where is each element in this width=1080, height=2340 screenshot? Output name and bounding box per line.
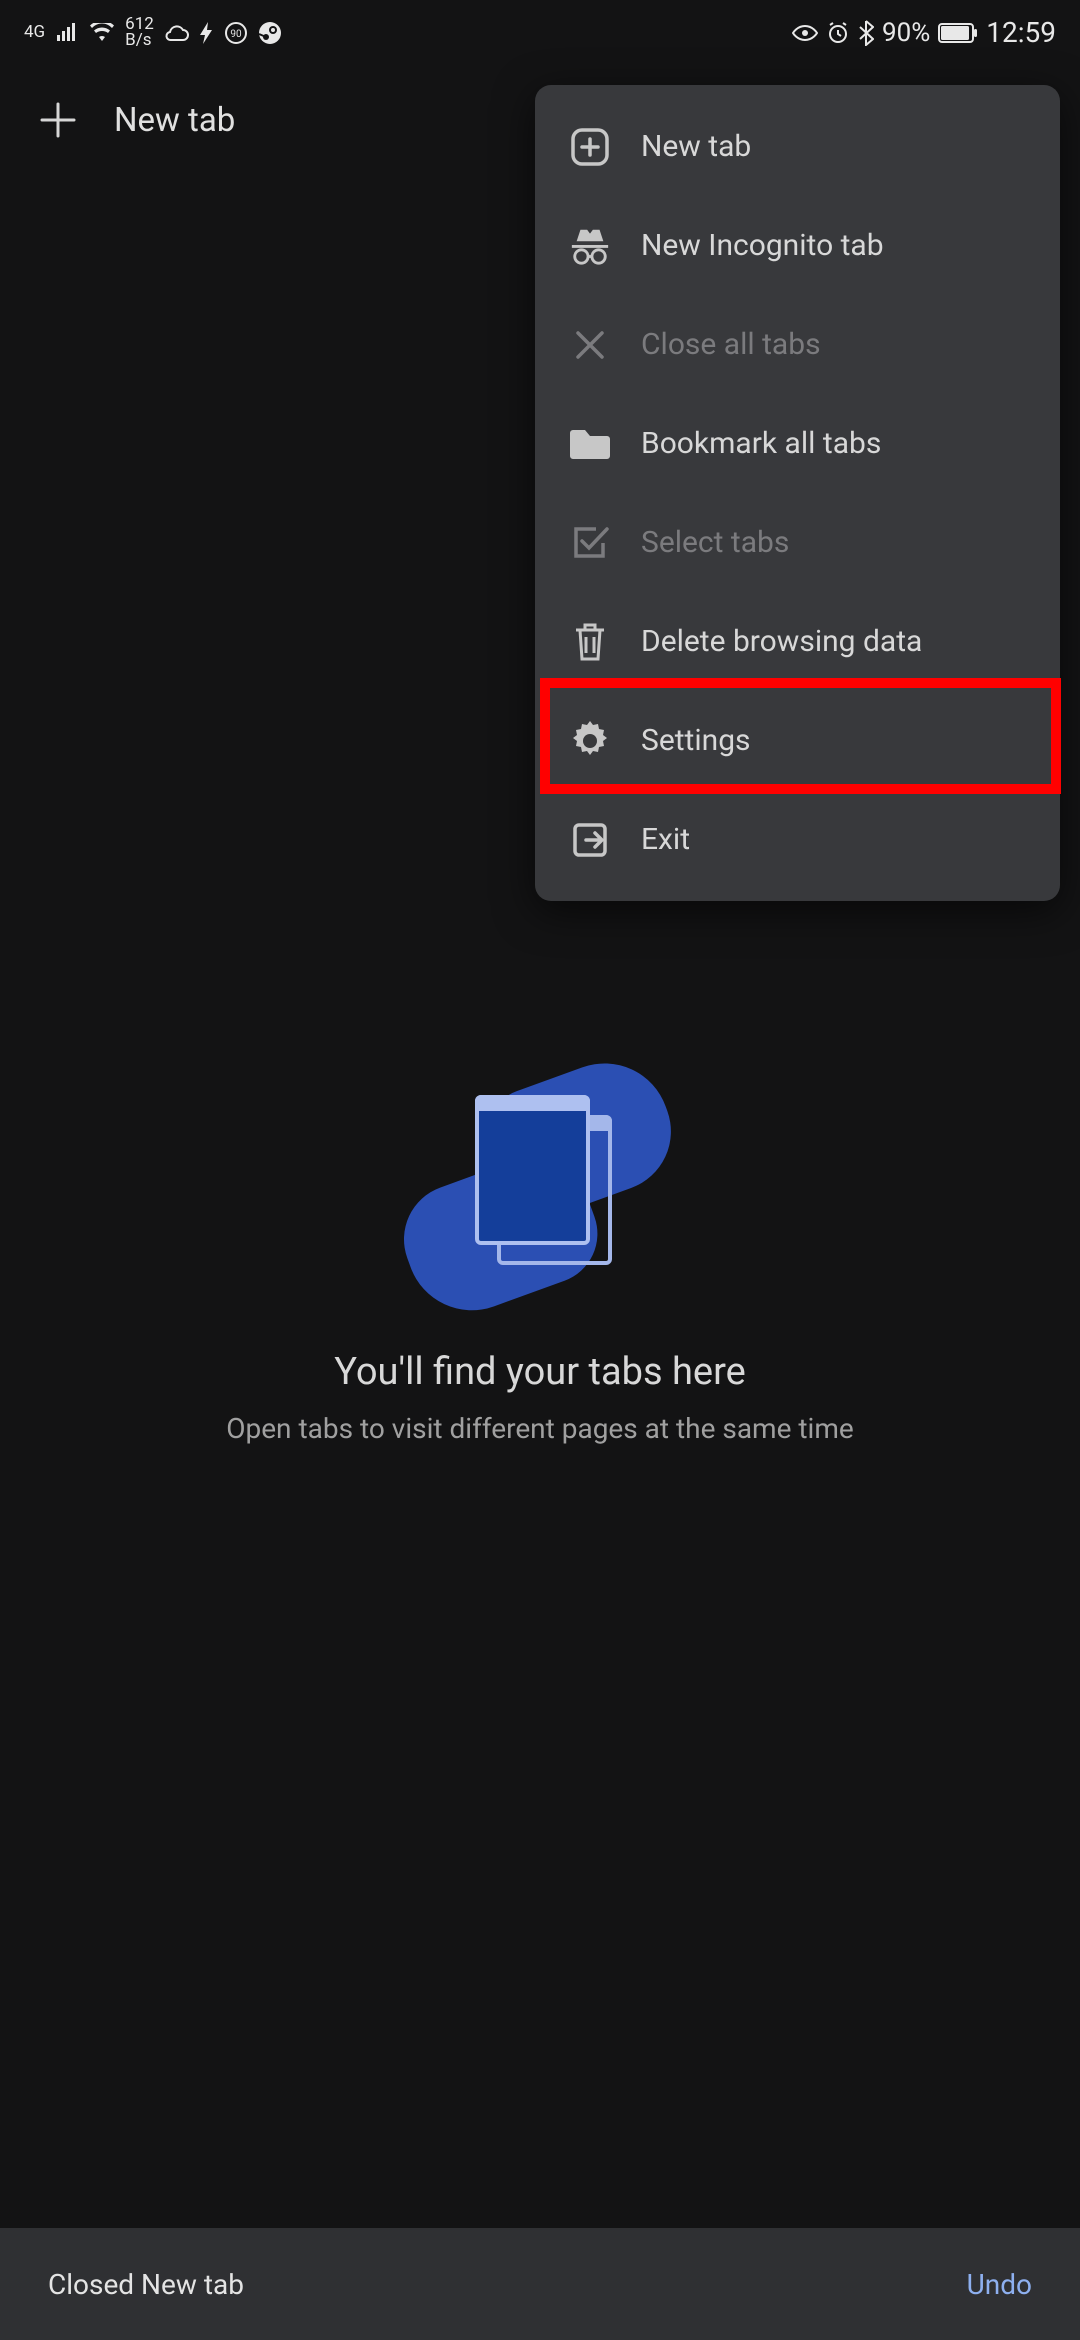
circle-90-icon: 90	[224, 21, 248, 45]
network-rate-unit: B/s	[125, 33, 151, 48]
empty-subtitle: Open tabs to visit different pages at th…	[226, 1412, 854, 1445]
empty-tabs-state: You'll find your tabs here Open tabs to …	[0, 1060, 1080, 1445]
clock-time: 12:59	[986, 16, 1056, 49]
gear-icon	[569, 720, 611, 762]
status-right: 90% 12:59	[792, 16, 1056, 49]
battery-icon	[938, 23, 978, 43]
svg-text:90: 90	[230, 29, 242, 40]
alarm-icon	[826, 21, 850, 45]
undo-button[interactable]: Undo	[967, 2268, 1032, 2301]
cloud-icon	[164, 24, 190, 42]
folder-icon	[569, 423, 611, 465]
menu-item-label: Settings	[641, 723, 751, 758]
close-icon	[569, 324, 611, 366]
menu-item-label: Exit	[641, 822, 690, 857]
menu-item-delete-browsing-data[interactable]: Delete browsing data	[535, 592, 1060, 691]
eye-icon	[792, 24, 818, 42]
incognito-icon	[569, 225, 611, 267]
exit-icon	[569, 819, 611, 861]
menu-item-label: New Incognito tab	[641, 228, 884, 263]
network-rate: 612 B/s	[125, 17, 154, 48]
snackbar-message: Closed New tab	[48, 2268, 244, 2301]
menu-item-label: Bookmark all tabs	[641, 426, 881, 461]
snackbar: Closed New tab Undo	[0, 2228, 1080, 2340]
toolbar-title: New tab	[114, 101, 235, 140]
plus-icon	[36, 98, 80, 142]
menu-item-label: Select tabs	[641, 525, 789, 560]
menu-item-new-tab[interactable]: New tab	[535, 97, 1060, 196]
network-type-label: 4G	[24, 24, 45, 41]
menu-item-bookmark-all-tabs[interactable]: Bookmark all tabs	[535, 394, 1060, 493]
status-bar: 4G 612 B/s 90 90	[0, 0, 1080, 65]
overflow-menu: New tab New Incognito tab Close all tabs…	[535, 85, 1060, 901]
signal-icon	[55, 23, 79, 43]
battery-percent: 90%	[882, 18, 930, 48]
menu-item-select-tabs: Select tabs	[535, 493, 1060, 592]
status-left: 4G 612 B/s 90	[24, 17, 282, 48]
menu-item-settings[interactable]: Settings	[535, 691, 1060, 790]
menu-item-label: New tab	[641, 129, 751, 164]
trash-icon	[569, 621, 611, 663]
tabs-illustration	[405, 1060, 675, 1300]
plus-box-icon	[569, 126, 611, 168]
new-tab-button[interactable]	[36, 98, 80, 142]
bluetooth-icon	[858, 20, 874, 46]
menu-item-close-all-tabs: Close all tabs	[535, 295, 1060, 394]
menu-item-exit[interactable]: Exit	[535, 790, 1060, 889]
steam-icon	[258, 21, 282, 45]
check-square-icon	[569, 522, 611, 564]
bolt-icon	[200, 22, 214, 44]
menu-item-incognito-tab[interactable]: New Incognito tab	[535, 196, 1060, 295]
wifi-icon	[89, 23, 115, 43]
menu-item-label: Delete browsing data	[641, 624, 922, 659]
menu-item-label: Close all tabs	[641, 327, 821, 362]
empty-title: You'll find your tabs here	[334, 1350, 746, 1394]
